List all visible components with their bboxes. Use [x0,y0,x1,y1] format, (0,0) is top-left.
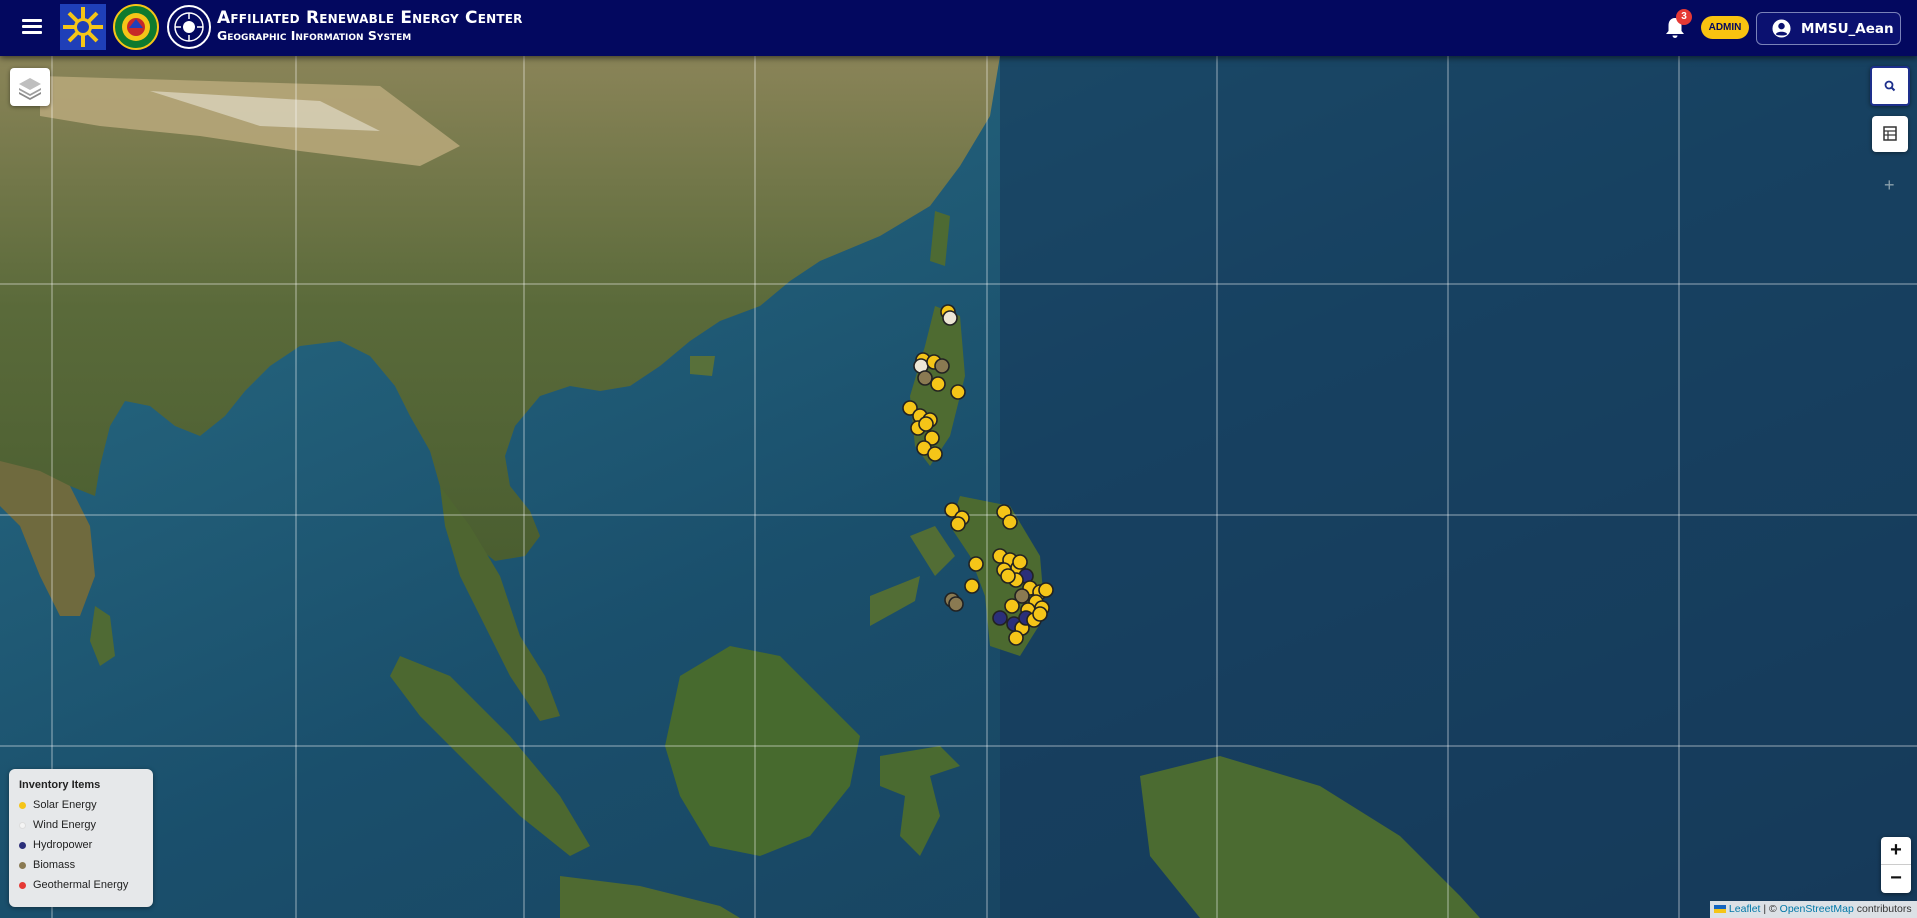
top-navbar: Affiliated Renewable Energy Center Geogr… [0,0,1917,56]
solar-marker[interactable] [1012,554,1028,570]
username-label: MMSU_Aean [1801,21,1894,37]
solar-marker[interactable] [950,516,966,532]
legend-item-wind: Wind Energy [19,819,96,835]
zoom-control: + − [1881,837,1911,893]
solar-marker[interactable] [1038,582,1054,598]
solar-marker[interactable] [950,384,966,400]
app-title-block: Affiliated Renewable Energy Center Geogr… [217,8,523,44]
leaflet-link[interactable]: Leaflet [1729,903,1761,915]
role-badge: ADMIN [1701,16,1749,39]
legend-title: Inventory Items [19,779,101,791]
legend-dot [19,861,26,869]
map-legend: Inventory Items Solar Energy Wind Energy… [9,769,153,907]
openstreetmap-link[interactable]: OpenStreetMap [1780,903,1854,915]
search-icon [1884,80,1896,92]
legend-item-biomass: Biomass [19,859,75,875]
map-view[interactable]: + Inventory Items Solar Energy Wind Ener… [0,56,1917,918]
solar-marker[interactable] [1008,630,1024,646]
table-icon [1883,126,1897,141]
solar-marker[interactable] [968,556,984,572]
legend-dot [19,801,26,809]
menu-icon[interactable] [22,18,42,34]
user-icon [1772,19,1791,38]
solar-marker[interactable] [964,578,980,594]
legend-label: Biomass [33,859,76,872]
biomass-marker[interactable] [948,596,964,612]
app-title: Affiliated Renewable Energy Center [217,8,523,28]
layers-icon [19,78,41,100]
layers-control-button[interactable] [10,68,50,106]
attribution-suffix: contributors [1853,903,1912,915]
table-view-button[interactable] [1872,116,1908,152]
biomass-marker[interactable] [917,370,933,386]
satellite-basemap[interactable] [0,56,1917,918]
notification-count-badge: 3 [1676,9,1692,25]
solar-marker[interactable] [927,446,943,462]
solar-marker[interactable] [918,416,934,432]
app-subtitle: Geographic Information System [217,28,412,43]
legend-item-geothermal: Geothermal Energy [19,879,128,895]
zoom-in-button[interactable]: + [1881,837,1911,865]
solar-marker[interactable] [1002,514,1018,530]
attribution-separator: | © [1760,903,1780,915]
solar-marker[interactable] [930,376,946,392]
legend-label: Wind Energy [33,819,96,832]
legend-item-hydropower: Hydropower [19,839,92,855]
legend-dot [19,821,26,829]
crosshair-icon: + [1884,175,1895,195]
legend-dot [19,841,26,849]
solar-marker[interactable] [1000,568,1016,584]
biomass-marker[interactable] [934,358,950,374]
ukraine-flag-icon [1714,905,1726,914]
solar-marker[interactable] [1004,598,1020,614]
legend-label: Solar Energy [33,799,97,812]
map-attribution: Leaflet | © OpenStreetMap contributors [1710,901,1917,918]
zoom-out-button[interactable]: − [1881,865,1911,892]
hydropower-marker[interactable] [992,610,1008,626]
solar-marker[interactable] [1032,606,1048,622]
wind-marker[interactable] [942,310,958,326]
legend-label: Geothermal Energy [33,879,129,892]
user-menu-button[interactable]: MMSU_Aean [1756,12,1901,45]
legend-label: Hydropower [33,839,93,852]
search-button[interactable] [1870,66,1910,106]
government-seal-logo [60,4,106,50]
university-seal-logo [113,4,159,50]
center-seal-logo [167,5,211,49]
legend-dot [19,881,26,889]
legend-item-solar: Solar Energy [19,799,97,815]
